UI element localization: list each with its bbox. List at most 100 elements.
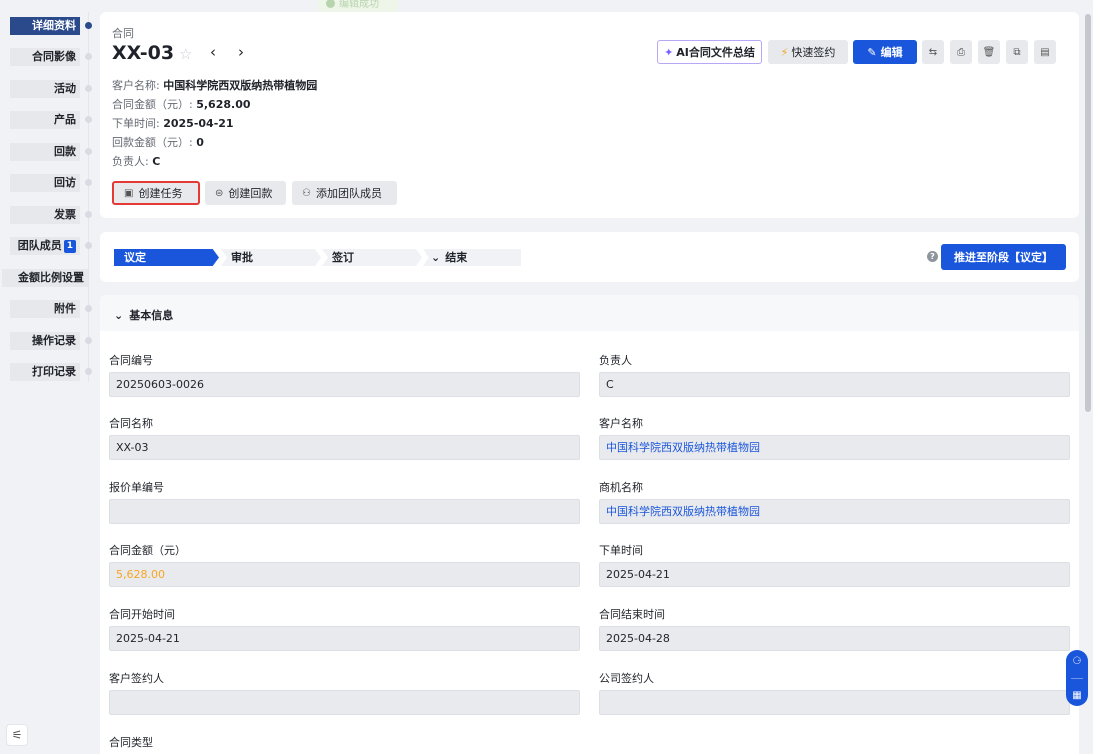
field-label: 合同类型 <box>109 736 153 749</box>
contract-no-field[interactable]: 20250603-0026 <box>109 372 580 397</box>
owner-label: 负责人: <box>112 155 149 168</box>
field-label: 报价单编号 <box>109 481 164 494</box>
delete-button[interactable]: 🗑 <box>978 40 1000 64</box>
team-count-badge: 1 <box>63 240 76 253</box>
nav-item-print-log[interactable]: 打印记录 <box>10 363 80 381</box>
nav-item-attachments[interactable]: 附件 <box>10 300 80 318</box>
nav-dot <box>85 22 92 29</box>
toast-text: 编辑成功 <box>339 0 379 10</box>
stage-step-active[interactable]: 议定 <box>114 249 219 266</box>
ai-summary-label: AI合同文件总结 <box>676 46 755 59</box>
sparkle-icon: ✦ <box>664 45 674 59</box>
anchor-nav: 详细资料 合同影像 活动 产品 回款 回访 发票 团队成员 1 金额比例设置 附件… <box>0 0 96 754</box>
notes-icon[interactable]: ▦ <box>1072 690 1081 701</box>
star-icon[interactable]: ☆ <box>179 45 192 63</box>
customer-info: 客户名称: 中国科学院西双版纳热带植物园 <box>112 77 317 93</box>
scroll-thumb[interactable] <box>1085 14 1091 412</box>
stage-step[interactable]: 审批 <box>221 249 321 266</box>
nav-dot <box>85 116 92 123</box>
stage-card: 议定 审批 签订 ⌄ 结束 ? 推进至阶段【议定】 <box>100 232 1079 282</box>
ai-summary-button[interactable]: ✦ AI合同文件总结 <box>657 40 762 64</box>
owner-info: 负责人: C <box>112 153 160 169</box>
customer-label: 客户名称: <box>112 79 160 92</box>
opportunity-name-link[interactable]: 中国科学院西双版纳热带植物园 <box>599 499 1070 524</box>
nav-dot <box>85 85 92 92</box>
org-chart-icon[interactable]: ⚆ <box>1073 656 1082 667</box>
start-date-field[interactable]: 2025-04-21 <box>109 626 580 651</box>
nav-item-label: 团队成员 <box>17 239 62 252</box>
create-payback-label: 创建回款 <box>228 187 273 200</box>
page-scrollbar[interactable] <box>1083 0 1093 754</box>
more-button[interactable]: ▤ <box>1034 40 1056 64</box>
field-label: 客户签约人 <box>109 672 164 685</box>
nav-item-details[interactable]: 详细资料 <box>10 17 80 35</box>
contract-name-field[interactable]: XX-03 <box>109 435 580 460</box>
field-label: 商机名称 <box>599 481 643 494</box>
customer-name-link[interactable]: 中国科学院西双版纳热带植物园 <box>599 435 1070 460</box>
copy-button[interactable]: ⧉ <box>1006 40 1028 64</box>
create-task-button[interactable]: ▣ 创建任务 <box>112 181 200 205</box>
edit-button[interactable]: ✎ 编辑 <box>853 40 917 64</box>
team-icon: ⚇ <box>302 187 311 199</box>
stage-label: 结束 <box>445 251 468 264</box>
section-title-text: 基本信息 <box>129 309 174 322</box>
page-title: XX-03 <box>112 42 175 64</box>
copy-icon: ⧉ <box>1013 46 1021 58</box>
nav-dot <box>85 242 92 249</box>
customer-signer-field[interactable] <box>109 690 580 715</box>
stage-step[interactable]: 签订 <box>322 249 422 266</box>
nav-dot <box>85 305 92 312</box>
nav-dot <box>85 179 92 186</box>
record-type-label: 合同 <box>112 27 134 40</box>
add-member-label: 添加团队成员 <box>315 187 382 200</box>
end-date-field[interactable]: 2025-04-28 <box>599 626 1070 651</box>
nav-item-revisit[interactable]: 回访 <box>10 174 80 192</box>
stage-step-final[interactable]: ⌄ 结束 <box>423 249 521 266</box>
header-card: 合同 XX-03 ☆ ‹ › 客户名称: 中国科学院西双版纳热带植物园 合同金额… <box>100 12 1079 218</box>
nav-dot <box>85 148 92 155</box>
settings-sliders-button[interactable]: ⚟ <box>6 724 28 746</box>
amount-value: 5,628.00 <box>196 98 251 111</box>
create-payback-button[interactable]: ⊜ 创建回款 <box>205 181 286 205</box>
basic-info-card: ⌄ 基本信息 合同编号 20250603-0026 负责人 C 合同名称 XX-0… <box>100 295 1079 754</box>
owner-field[interactable]: C <box>599 372 1070 397</box>
floating-toolbar: ⚆ ▦ <box>1066 650 1088 706</box>
transfer-button[interactable]: ⇆ <box>922 40 944 64</box>
field-label: 公司签约人 <box>599 672 654 685</box>
advance-stage-button[interactable]: 推进至阶段【议定】 <box>941 244 1066 270</box>
printer-icon: ⎙ <box>957 46 965 58</box>
nav-item-invoice[interactable]: 发票 <box>10 206 80 224</box>
nav-item-team-members[interactable]: 团队成员 1 <box>9 237 80 255</box>
chevron-down-icon: ⌄ <box>114 309 124 322</box>
anchor-line <box>88 12 89 382</box>
nav-item-payback[interactable]: 回款 <box>10 143 80 161</box>
document-icon: ▤ <box>1040 46 1050 58</box>
company-signer-field[interactable] <box>599 690 1070 715</box>
section-header[interactable]: ⌄ 基本信息 <box>100 295 1079 331</box>
quote-no-field[interactable] <box>109 499 580 524</box>
nav-dot <box>85 368 92 375</box>
order-date-field[interactable]: 2025-04-21 <box>599 562 1070 587</box>
nav-dot <box>85 211 92 218</box>
nav-item-operation-log[interactable]: 操作记录 <box>10 332 80 350</box>
field-label: 合同编号 <box>109 354 153 367</box>
order-date-info: 下单时间: 2025-04-21 <box>112 115 234 131</box>
help-icon[interactable]: ? <box>927 251 938 262</box>
add-member-button[interactable]: ⚇ 添加团队成员 <box>292 181 397 205</box>
nav-item-products[interactable]: 产品 <box>10 111 80 129</box>
divider <box>1071 677 1083 679</box>
field-label: 下单时间 <box>599 544 643 557</box>
nav-item-contract-images[interactable]: 合同影像 <box>10 48 80 66</box>
chevron-right-icon[interactable]: › <box>238 43 244 61</box>
chevron-left-icon[interactable]: ‹ <box>210 43 216 61</box>
payback-value: 0 <box>196 136 204 149</box>
trash-icon: 🗑 <box>982 46 996 58</box>
nav-item-activity[interactable]: 活动 <box>10 80 80 98</box>
success-toast: 编辑成功 <box>318 0 398 12</box>
quick-sign-button[interactable]: ⚡ 快速签约 <box>768 40 848 64</box>
print-button[interactable]: ⎙ <box>950 40 972 64</box>
create-task-label: 创建任务 <box>138 187 183 200</box>
contract-amount-field[interactable]: 5,628.00 <box>109 562 580 587</box>
nav-item-amount-ratio[interactable]: 金额比例设置 <box>2 269 88 287</box>
section-title: ⌄ 基本信息 <box>114 307 173 323</box>
